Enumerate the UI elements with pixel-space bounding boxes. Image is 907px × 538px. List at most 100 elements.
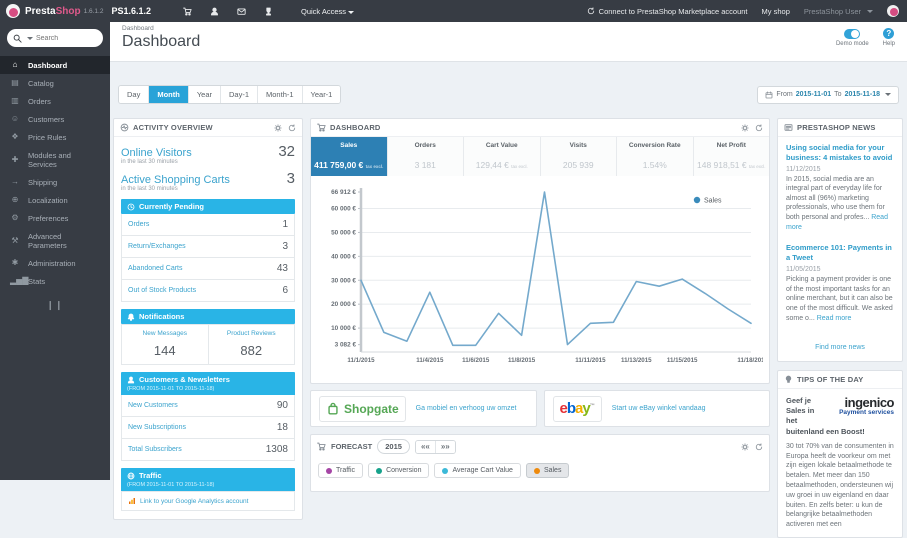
forecast-toggle-average-cart-value[interactable]: Average Cart Value: [434, 463, 520, 478]
sidebar-item-advanced-parameters[interactable]: ⚒Advanced Parameters: [0, 227, 110, 254]
kpi-net-profit[interactable]: Net Profit148 918,51 € tax excl.: [694, 137, 770, 176]
date-range-picker[interactable]: From2015-11-01 To2015-11-18: [757, 86, 899, 104]
shopgate-link[interactable]: Ga mobiel en verhoog uw omzet: [416, 405, 517, 412]
notif-new-messages[interactable]: New Messages144: [122, 325, 208, 364]
gear-icon[interactable]: [274, 124, 282, 132]
find-more-news-link[interactable]: Find more news: [778, 338, 902, 361]
gear-icon[interactable]: [741, 124, 749, 132]
sidebar-item-orders[interactable]: ▥Orders: [0, 92, 110, 110]
section-header-traffic: Traffic: [121, 468, 295, 483]
marketplace-link[interactable]: Connect to PrestaShop Marketplace accoun…: [587, 7, 748, 16]
svg-text:11/15/2015: 11/15/2015: [667, 357, 698, 364]
cart-icon: [317, 442, 326, 451]
page-header: Dashboard Dashboard Demo mode ? Help: [110, 22, 907, 62]
refresh-icon[interactable]: [755, 124, 763, 132]
svg-text:30 000 €: 30 000 €: [331, 277, 356, 284]
kpi-cart-value[interactable]: Cart Value129,44 € tax excl.: [464, 137, 541, 176]
period-button-month[interactable]: Month: [149, 86, 189, 103]
forecast-toggle-conversion[interactable]: Conversion: [368, 463, 429, 478]
period-button-day[interactable]: Day: [119, 86, 149, 103]
sidebar-item-stats[interactable]: ▂▅▇Stats: [0, 272, 110, 290]
user-menu[interactable]: PrestaShop User: [804, 7, 873, 16]
cart-button[interactable]: [183, 7, 192, 16]
metric-label[interactable]: Active Shopping Carts: [121, 174, 230, 186]
refresh-icon: [755, 124, 763, 132]
section-header-currently-pending: Currently Pending: [121, 199, 295, 214]
tip-body: 30 tot 70% van de consumenten in Europa …: [786, 442, 894, 530]
breadcrumb[interactable]: Dashboard: [122, 25, 897, 32]
trophy-button[interactable]: [264, 7, 273, 16]
sidebar-item-administration[interactable]: ✱Administration: [0, 254, 110, 272]
my-shop-link[interactable]: My shop: [762, 7, 790, 16]
gear-icon[interactable]: [741, 443, 749, 451]
refresh-icon[interactable]: [288, 124, 296, 132]
calendar-icon: [765, 91, 773, 99]
sidebar-collapse-button[interactable]: ❙❙: [0, 300, 110, 311]
sidebar-item-modules-and-services[interactable]: ✚Modules and Services: [0, 146, 110, 173]
shopgate-banner[interactable]: Shopgate Ga mobiel en verhoog uw omzet: [310, 390, 537, 427]
news-article: Ecommerce 101: Payments in a Tweet 11/05/…: [786, 243, 894, 323]
forecast-toggle-traffic[interactable]: Traffic: [318, 463, 363, 478]
sidebar-item-customers[interactable]: ☺Customers: [0, 110, 110, 128]
toggle-icon[interactable]: [844, 29, 860, 39]
news-article: Using social media for your business: 4 …: [786, 143, 894, 232]
user-icon: [127, 376, 135, 384]
google-analytics-link-row: Link to your Google Analytics account: [121, 491, 295, 511]
forecast-next-button[interactable]: »»: [435, 441, 455, 453]
metric-label[interactable]: Online Visitors: [121, 147, 192, 159]
localization-icon: ⊕: [10, 196, 20, 204]
forecast-toggle-sales[interactable]: Sales: [526, 463, 570, 478]
sidebar-item-price-rules[interactable]: ❖Price Rules: [0, 128, 110, 146]
help-button[interactable]: ? Help: [883, 28, 895, 47]
kpi-conversion-rate[interactable]: Conversion Rate1.54%: [617, 137, 694, 176]
search-input[interactable]: [36, 35, 94, 42]
refresh-icon[interactable]: [755, 443, 763, 451]
read-more-link[interactable]: Read more: [786, 214, 888, 231]
read-more-link[interactable]: Read more: [817, 315, 852, 322]
ebay-banner[interactable]: ebay™ Start uw eBay winkel vandaag: [544, 390, 771, 427]
avatar[interactable]: [887, 5, 899, 17]
forecast-prev-button[interactable]: ««: [416, 441, 435, 453]
forecast-year: 2015: [377, 439, 410, 454]
period-button-day-1[interactable]: Day-1: [221, 86, 258, 103]
sidebar-search[interactable]: [7, 29, 103, 47]
svg-text:Sales: Sales: [704, 198, 722, 205]
demo-mode-toggle[interactable]: Demo mode: [836, 28, 869, 47]
news-article-date: 11/05/2015: [786, 266, 894, 273]
ebay-link[interactable]: Start uw eBay winkel vandaag: [612, 405, 706, 412]
news-article-date: 11/12/2015: [786, 166, 894, 173]
sidebar-item-catalog[interactable]: ▤Catalog: [0, 74, 110, 92]
kpi-visits[interactable]: Visits205 939: [541, 137, 618, 176]
chevron-down-icon: [867, 10, 873, 13]
kpi-orders[interactable]: Orders3 181: [388, 137, 465, 176]
sidebar-item-shipping[interactable]: →Shipping: [0, 173, 110, 191]
sidebar-item-dashboard[interactable]: ⌂Dashboard: [0, 56, 110, 74]
cart-icon: [317, 123, 326, 132]
period-button-year[interactable]: Year: [189, 86, 221, 103]
news-article-title[interactable]: Ecommerce 101: Payments in a Tweet: [786, 243, 894, 263]
period-button-year-1[interactable]: Year-1: [303, 86, 341, 103]
shopgate-logo: Shopgate: [319, 396, 406, 422]
period-button-month-1[interactable]: Month-1: [258, 86, 303, 103]
sidebar-item-preferences[interactable]: ⚙Preferences: [0, 209, 110, 227]
quick-access-menu[interactable]: Quick Access: [301, 7, 354, 16]
pending-row-out-of-stock-products: Out of Stock Products6: [121, 280, 295, 302]
search-scope-caret-icon[interactable]: [27, 37, 33, 40]
clock-icon: [127, 203, 135, 211]
news-article-title[interactable]: Using social media for your business: 4 …: [786, 143, 894, 163]
notif-product-reviews[interactable]: Product Reviews882: [208, 325, 295, 364]
svg-text:66 912 €: 66 912 €: [331, 189, 356, 196]
forecast-series-toggles: Traffic Conversion Average Cart Value Sales: [311, 457, 769, 486]
google-analytics-link[interactable]: Link to your Google Analytics account: [140, 498, 248, 505]
svg-text:11/13/2015: 11/13/2015: [621, 357, 652, 364]
kpi-sales[interactable]: Sales411 759,00 € tax excl.: [311, 137, 388, 176]
user-button[interactable]: [210, 7, 219, 16]
lightbulb-icon: [784, 375, 793, 384]
app-version: 1.6.1.2: [84, 8, 104, 15]
globe-icon: [127, 472, 135, 480]
svg-text:11/11/2015: 11/11/2015: [575, 357, 606, 364]
mail-button[interactable]: [237, 7, 246, 16]
svg-text:11/18/201: 11/18/201: [737, 357, 763, 364]
preferences-icon: ⚙: [10, 214, 20, 222]
sidebar-item-localization[interactable]: ⊕Localization: [0, 191, 110, 209]
